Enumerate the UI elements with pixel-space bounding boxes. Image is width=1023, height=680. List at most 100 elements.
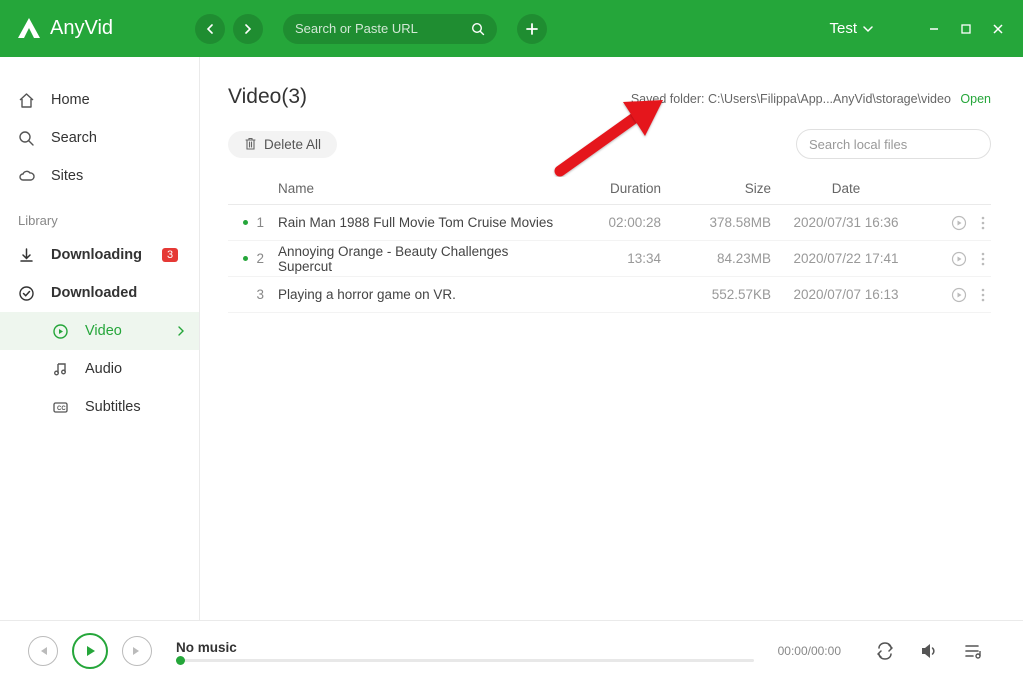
prev-track-icon <box>37 645 49 657</box>
sidebar: Home Search Sites Library Downloading 3 … <box>0 57 200 620</box>
row-name: Annoying Orange - Beauty Challenges Supe… <box>272 244 561 274</box>
row-size: 84.23MB <box>661 251 771 266</box>
downloading-badge: 3 <box>162 248 178 262</box>
nav-forward-button[interactable] <box>233 14 263 44</box>
sidebar-item-downloading[interactable]: Downloading 3 <box>0 236 199 274</box>
speaker-icon <box>919 642 939 660</box>
sidebar-item-label: Sites <box>51 168 83 184</box>
logo-icon <box>16 16 42 42</box>
play-icon <box>83 644 97 658</box>
playlist-icon <box>963 642 983 660</box>
column-date: Date <box>771 181 921 196</box>
row-index: 3 <box>256 287 264 302</box>
sidebar-subtab-audio[interactable]: Audio <box>0 350 199 388</box>
close-icon <box>992 23 1004 35</box>
main-panel: Video(3) Saved folder: C:\Users\Filippa\… <box>200 57 1023 620</box>
player-next-button[interactable] <box>122 636 152 666</box>
sidebar-subtab-video[interactable]: Video <box>0 312 199 350</box>
next-track-icon <box>131 645 143 657</box>
chevron-right-icon <box>177 326 185 336</box>
play-circle-icon <box>951 251 967 267</box>
video-play-icon <box>52 323 69 340</box>
row-play-button[interactable] <box>951 215 967 231</box>
add-button[interactable] <box>517 14 547 44</box>
url-search-input[interactable] <box>295 21 471 36</box>
open-folder-link[interactable]: Open <box>960 92 991 106</box>
new-indicator-dot <box>243 256 248 261</box>
table-header: Name Duration Size Date <box>228 173 991 205</box>
local-search-input[interactable] <box>809 137 985 152</box>
more-vertical-icon <box>981 288 985 302</box>
check-circle-icon <box>18 285 35 302</box>
player-bar: No music 00:00/00:00 <box>0 620 1023 680</box>
user-label: Test <box>829 20 857 37</box>
table-row[interactable]: 2 Annoying Orange - Beauty Challenges Sup… <box>228 241 991 277</box>
row-duration: 02:00:28 <box>561 215 661 230</box>
sidebar-item-label: Downloading <box>51 247 142 263</box>
player-prev-button[interactable] <box>28 636 58 666</box>
row-more-button[interactable] <box>981 252 985 266</box>
app-logo: AnyVid <box>16 16 113 42</box>
svg-text:CC: CC <box>57 406 66 412</box>
music-note-icon <box>52 361 69 378</box>
play-circle-icon <box>951 287 967 303</box>
local-search-bar[interactable] <box>796 129 991 159</box>
saved-folder-prefix: Saved folder: <box>631 92 708 106</box>
row-index: 1 <box>256 215 264 230</box>
minimize-icon <box>928 23 940 35</box>
page-title: Video(3) <box>228 85 307 109</box>
player-play-button[interactable] <box>72 633 108 669</box>
delete-all-button[interactable]: Delete All <box>228 131 337 158</box>
delete-all-label: Delete All <box>264 137 321 152</box>
sidebar-item-search[interactable]: Search <box>0 119 199 157</box>
saved-folder-path: C:\Users\Filippa\App...AnyVid\storage\vi… <box>708 92 951 106</box>
window-minimize-button[interactable] <box>925 20 943 38</box>
sidebar-subtab-subtitles[interactable]: CC Subtitles <box>0 388 199 426</box>
plus-icon <box>525 22 539 36</box>
nav-back-button[interactable] <box>195 14 225 44</box>
column-size: Size <box>661 181 771 196</box>
row-play-button[interactable] <box>951 251 967 267</box>
track-title: No music <box>176 640 754 655</box>
trash-icon <box>244 137 257 151</box>
row-date: 2020/07/22 17:41 <box>771 251 921 266</box>
table-row[interactable]: 1 Rain Man 1988 Full Movie Tom Cruise Mov… <box>228 205 991 241</box>
column-name: Name <box>272 181 561 196</box>
track-progress[interactable] <box>176 659 754 662</box>
home-icon <box>18 92 35 109</box>
sidebar-item-label: Home <box>51 92 90 108</box>
row-name: Rain Man 1988 Full Movie Tom Cruise Movi… <box>272 215 561 230</box>
sidebar-item-label: Search <box>51 130 97 146</box>
sidebar-item-downloaded[interactable]: Downloaded <box>0 274 199 312</box>
window-maximize-button[interactable] <box>957 20 975 38</box>
row-date: 2020/07/31 16:36 <box>771 215 921 230</box>
row-index: 2 <box>256 251 264 266</box>
sidebar-item-home[interactable]: Home <box>0 81 199 119</box>
sidebar-section-label: Library <box>0 195 199 236</box>
column-duration: Duration <box>561 181 661 196</box>
sidebar-item-label: Subtitles <box>85 399 141 415</box>
loop-button[interactable] <box>875 642 895 660</box>
play-circle-icon <box>951 215 967 231</box>
sidebar-item-label: Audio <box>85 361 122 377</box>
user-menu[interactable]: Test <box>829 20 873 37</box>
url-search-bar[interactable] <box>283 14 497 44</box>
more-vertical-icon <box>981 216 985 230</box>
table-row[interactable]: 3Playing a horror game on VR.552.57KB202… <box>228 277 991 313</box>
cloud-icon <box>18 168 35 185</box>
row-play-button[interactable] <box>951 287 967 303</box>
row-size: 552.57KB <box>661 287 771 302</box>
playlist-button[interactable] <box>963 642 983 660</box>
download-icon <box>18 247 35 264</box>
loop-icon <box>875 642 895 660</box>
window-close-button[interactable] <box>989 20 1007 38</box>
row-more-button[interactable] <box>981 288 985 302</box>
volume-button[interactable] <box>919 642 939 660</box>
row-name: Playing a horror game on VR. <box>272 287 561 302</box>
sidebar-item-label: Video <box>85 323 122 339</box>
app-name: AnyVid <box>50 17 113 40</box>
sidebar-item-sites[interactable]: Sites <box>0 157 199 195</box>
row-more-button[interactable] <box>981 216 985 230</box>
more-vertical-icon <box>981 252 985 266</box>
new-indicator-dot <box>243 220 248 225</box>
